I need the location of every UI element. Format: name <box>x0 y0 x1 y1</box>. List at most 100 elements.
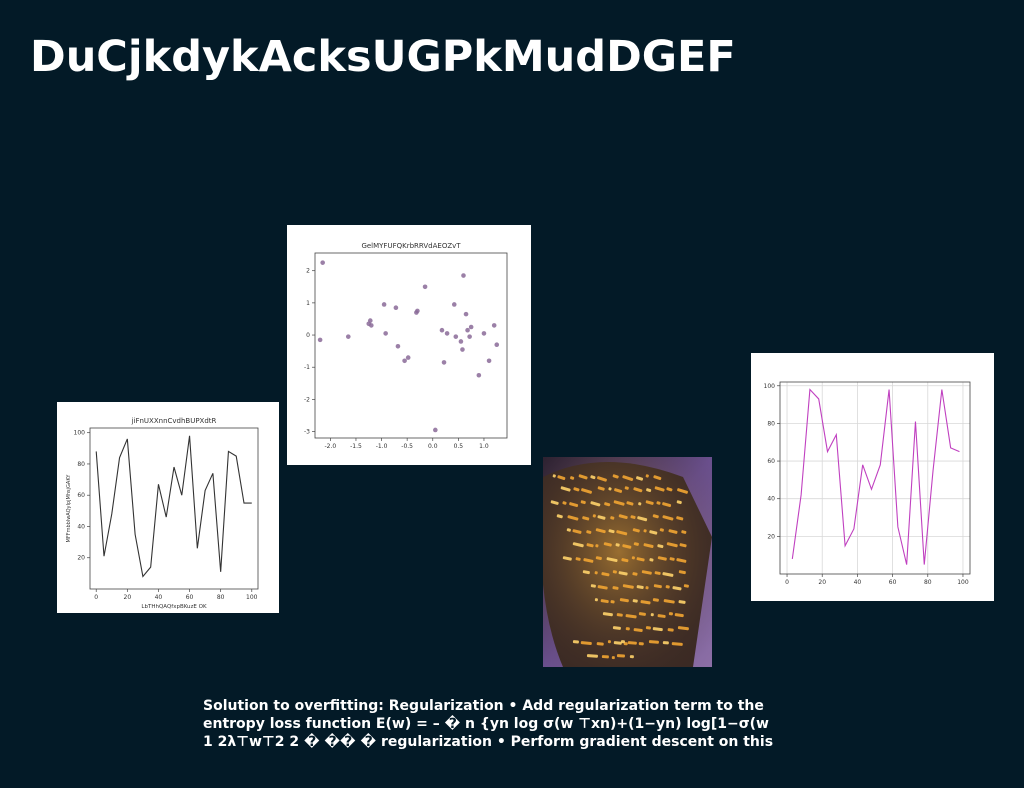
scatter-point <box>369 323 374 328</box>
code-projection-photo <box>543 457 712 667</box>
scatter-point <box>345 334 351 339</box>
scatter-point <box>422 284 428 290</box>
code-glyph <box>620 640 625 644</box>
scatter-point <box>367 318 373 323</box>
scatter-point <box>467 334 472 339</box>
y-tick-label: 80 <box>77 461 85 468</box>
scatter-point <box>494 342 500 347</box>
chart-svg: 0 20 40 60 80 100 100 80 60 40 20 jiFnUXXnnCvdhBUPX… <box>66 417 259 610</box>
y-tick-label: -1 <box>304 364 310 371</box>
code-glyph <box>616 654 625 658</box>
y-tick-label: -3 <box>304 429 310 436</box>
y-axis-label: MFFmbblwAQyIpjMhsjGAKY <box>66 474 72 543</box>
chart-svg: 0 20 40 60 80 100 100 80 60 40 20 <box>764 381 971 586</box>
code-glyph <box>601 655 609 659</box>
code-glyph <box>645 626 651 630</box>
line-chart-magenta: 0 20 40 60 80 100 100 80 60 40 20 <box>751 353 994 601</box>
caption-line: Solution to overfitting: Regularization … <box>203 698 764 714</box>
x-tick-label: 0.0 <box>428 443 438 450</box>
y-tick-label: 20 <box>767 533 775 540</box>
chart-svg: -2.0 -1.5 -1.0 -0.5 0.0 0.5 1.0 2 1 0 -1 -2 -3 GelMYF… <box>304 242 508 450</box>
scatter-point <box>393 305 399 310</box>
chart-title: jiFnUXXnnCvdhBUPXdtR <box>131 417 217 425</box>
code-projection-image <box>543 457 712 667</box>
code-glyph <box>629 655 634 659</box>
caption-line: 1 2λ⊤w⊤2 2 � �� � regularization • Perfo… <box>203 734 774 750</box>
code-glyph <box>572 640 579 644</box>
scatter-point <box>402 358 407 364</box>
scatter-point <box>317 337 323 343</box>
y-tick-label: -2 <box>304 396 310 403</box>
scatter-point <box>451 302 457 307</box>
scatter-point <box>439 327 445 333</box>
y-tick-label: 100 <box>764 383 776 390</box>
slide-title: DuCjkdykAcksUGPkMudDGEF <box>30 32 736 82</box>
code-glyph <box>611 656 615 660</box>
line-chart-black: 0 20 40 60 80 100 100 80 60 40 20 jiFnUXXnnCvdhBUPX… <box>57 402 279 613</box>
plot-frame <box>314 252 508 439</box>
scatter-point <box>444 331 450 336</box>
x-tick-label: 0 <box>785 579 789 586</box>
scatter-point <box>461 273 466 278</box>
scatter-point <box>453 334 459 339</box>
scatter-point <box>465 327 470 333</box>
x-tick-label: 100 <box>957 579 969 586</box>
scatter-point <box>468 324 474 330</box>
x-tick-label: -0.5 <box>401 443 413 450</box>
scatter-point <box>405 355 411 360</box>
code-glyph <box>625 627 630 631</box>
scatter-point <box>463 311 469 317</box>
x-tick-label: 20 <box>124 594 132 601</box>
scatter-point <box>433 427 438 433</box>
code-glyph <box>650 613 654 617</box>
x-tick-label: 60 <box>889 579 897 586</box>
code-glyph <box>662 641 669 645</box>
x-tick-label: 60 <box>186 594 194 601</box>
y-tick-label: 1 <box>306 300 310 307</box>
x-tick-label: 40 <box>854 579 862 586</box>
x-tick-label: 80 <box>924 579 932 586</box>
chart-title: GelMYFUFQKrbRRVdAEOZvT <box>361 242 461 250</box>
scatter-point <box>458 339 464 344</box>
x-tick-label: -1.0 <box>376 443 388 450</box>
x-tick-label: 80 <box>217 594 225 601</box>
code-glyph <box>638 642 644 646</box>
y-tick-label: 40 <box>77 523 85 530</box>
y-tick-label: 2 <box>306 268 310 275</box>
x-tick-label: 100 <box>246 594 258 601</box>
y-tick-label: 40 <box>767 496 775 503</box>
series-line <box>791 388 960 565</box>
slide-caption: Solution to overfitting: Regularization … <box>203 697 803 751</box>
series-line <box>95 435 252 578</box>
y-tick-label: 100 <box>74 430 86 437</box>
scatter-point <box>395 344 401 349</box>
y-tick-label: 20 <box>77 555 85 562</box>
x-axis-label: LbTHhQAQfxpBKuzE OK <box>141 604 207 610</box>
scatter-point <box>486 358 492 364</box>
scatter-point <box>460 347 465 352</box>
caption-line: entropy loss function E(w) = – � n {yn l… <box>203 716 769 732</box>
code-glyph <box>607 640 611 644</box>
scatter-point <box>481 331 487 336</box>
y-tick-label: 60 <box>77 492 85 499</box>
x-tick-label: 0 <box>94 594 98 601</box>
y-tick-label: 60 <box>767 458 775 465</box>
code-glyph <box>668 612 673 616</box>
scatter-point <box>441 360 447 365</box>
y-tick-label: 80 <box>767 420 775 427</box>
plot-frame <box>89 427 259 590</box>
scatter-point <box>320 260 325 265</box>
scatter-point <box>491 323 497 328</box>
y-tick-label: 0 <box>306 332 310 339</box>
scatter-chart: -2.0 -1.5 -1.0 -0.5 0.0 0.5 1.0 2 1 0 -1 -2 -3 GelMYF… <box>287 225 531 465</box>
x-tick-label: -1.5 <box>350 443 362 450</box>
scatter-point <box>415 308 420 314</box>
scatter-point <box>381 302 387 307</box>
x-tick-label: 1.0 <box>479 443 489 450</box>
scatter-point <box>476 372 482 378</box>
x-tick-label: 40 <box>155 594 163 601</box>
x-tick-label: 0.5 <box>454 443 464 450</box>
x-tick-label: 20 <box>818 579 826 586</box>
scatter-point <box>383 331 388 336</box>
x-tick-label: -2.0 <box>325 443 337 450</box>
